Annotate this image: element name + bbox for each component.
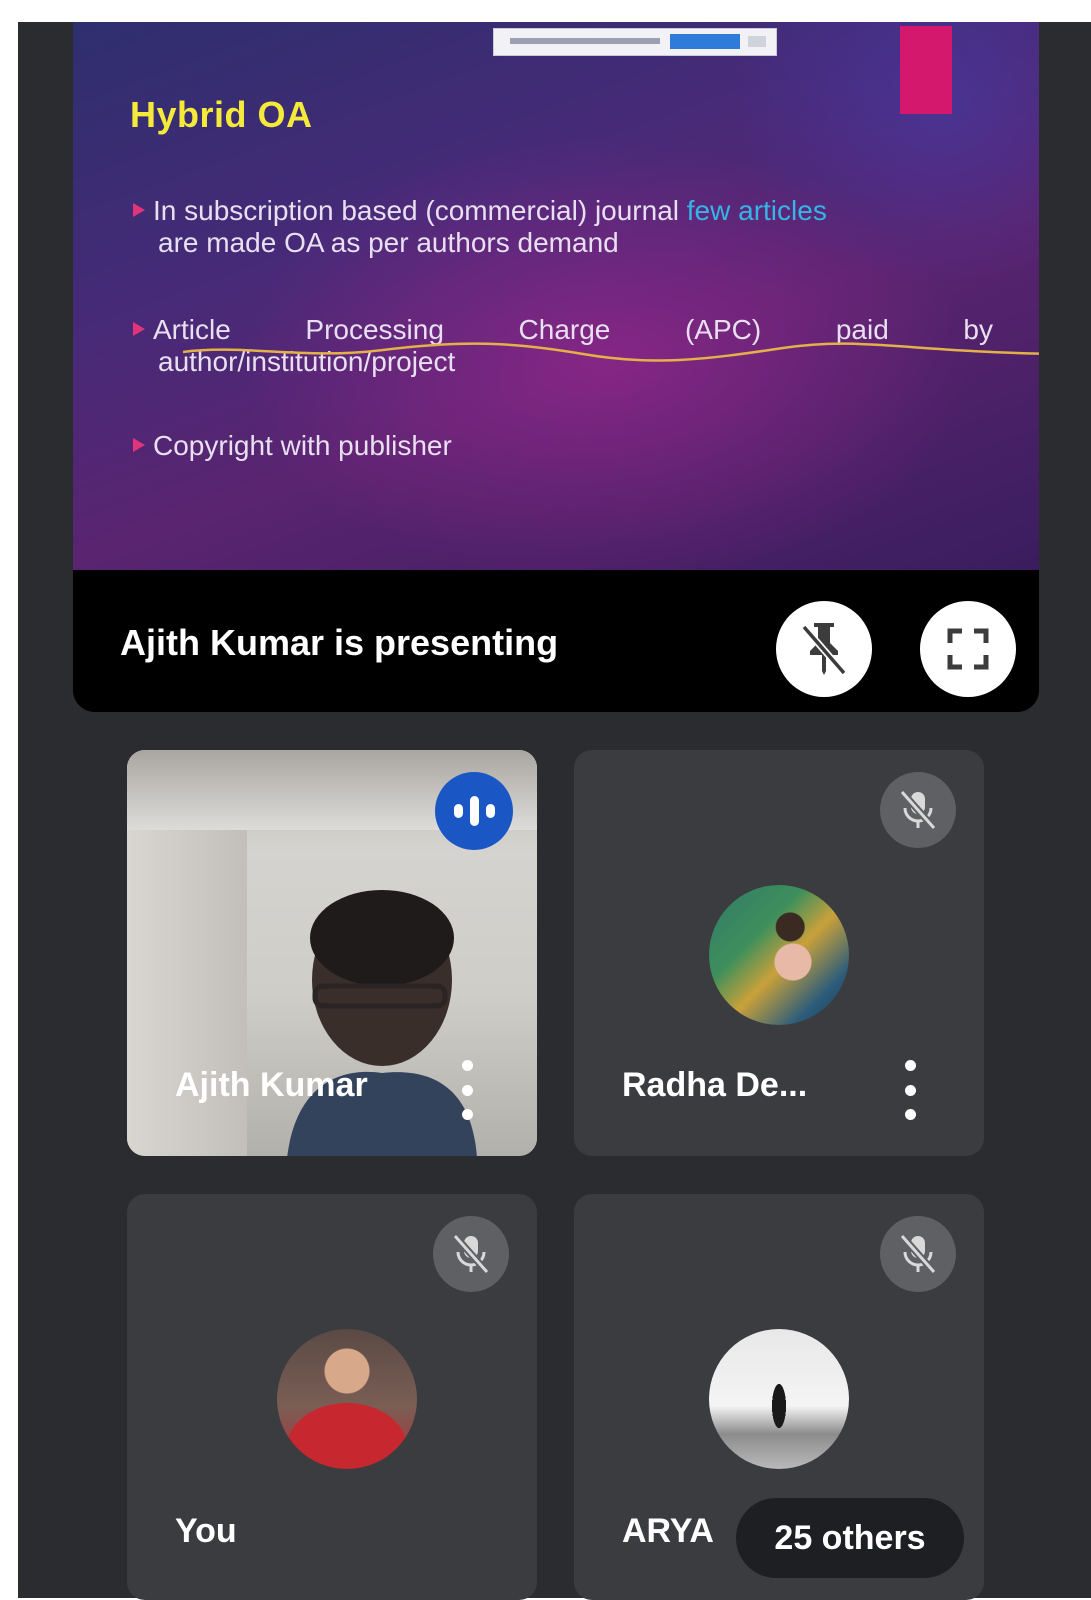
bullet-1-text: In subscription based (commercial) journ… <box>153 195 687 226</box>
speaking-indicator-icon <box>435 772 513 850</box>
mic-off-icon <box>433 1216 509 1292</box>
fullscreen-icon <box>947 628 989 670</box>
avatar <box>709 1329 849 1469</box>
slide-bullet-1: In subscription based (commercial) journ… <box>133 195 1003 259</box>
mic-off-icon <box>880 1216 956 1292</box>
bullet-1-line-2: are made OA as per authors demand <box>158 227 619 258</box>
avatar <box>277 1329 417 1469</box>
participant-tile-ajith[interactable]: Ajith Kumar <box>127 750 537 1156</box>
slide-bullet-3: Copyright with publisher <box>133 430 452 462</box>
mic-off-icon <box>880 772 956 848</box>
shared-presentation[interactable]: Hybrid OA In subscription based (commerc… <box>73 22 1039 712</box>
unpin-icon <box>801 623 847 676</box>
others-count-button[interactable]: 25 others <box>736 1498 964 1578</box>
participant-name: ARYA <box>622 1512 714 1550</box>
bullet-arrow-icon <box>133 203 145 217</box>
participant-name: Ajith Kumar <box>175 1066 368 1104</box>
slide-toolbar-strip <box>493 28 777 56</box>
presenter-status: Ajith Kumar is presenting <box>120 622 559 663</box>
fullscreen-button[interactable] <box>920 601 1016 697</box>
bullet-1-highlight: few articles <box>686 195 827 226</box>
bullet-3-text: Copyright with publisher <box>153 430 452 461</box>
bullet-arrow-icon <box>133 438 145 452</box>
slide-title: Hybrid OA <box>130 94 313 135</box>
presentation-slide: Hybrid OA In subscription based (commerc… <box>73 22 1039 570</box>
slide-accent-bar <box>900 26 952 114</box>
participant-name: Radha De... <box>622 1066 808 1104</box>
participant-video-person <box>287 890 477 1156</box>
unpin-button[interactable] <box>776 601 872 697</box>
more-options-icon[interactable] <box>898 1060 922 1120</box>
participant-name: You <box>175 1512 237 1550</box>
bullet-arrow-icon <box>133 322 145 336</box>
meeting-app: Hybrid OA In subscription based (commerc… <box>18 22 1091 1600</box>
participant-tile-you[interactable]: You <box>127 1194 537 1600</box>
annotation-ink-line <box>183 342 1039 362</box>
presenter-bar: Ajith Kumar is presenting <box>73 570 1039 712</box>
more-options-icon[interactable] <box>455 1060 479 1120</box>
avatar <box>709 885 849 1025</box>
participant-tile-radha[interactable]: Radha De... <box>574 750 984 1156</box>
